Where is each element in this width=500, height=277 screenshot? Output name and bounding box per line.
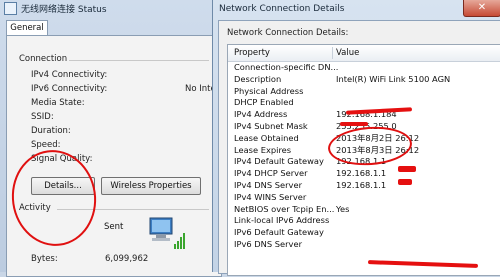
property-name: IPv4 Default Gateway — [234, 156, 324, 167]
bytes-label: Bytes: — [31, 254, 58, 264]
property-name: IPv4 Subnet Mask — [234, 121, 308, 131]
red-scribble — [367, 260, 479, 268]
details-row[interactable]: IPv4 DHCP Server 192.168.1.1 — [228, 168, 500, 180]
duration-label: Duration: — [31, 126, 71, 136]
speed-label: Speed: — [31, 140, 61, 150]
property-name: IPv6 Default Gateway — [234, 227, 324, 238]
details-list[interactable]: Property Value Connection-specific DN...… — [227, 44, 500, 276]
property-name: IPv6 DNS Server — [234, 239, 302, 249]
property-value: Intel(R) WiFi Link 5100 AGN — [336, 73, 451, 84]
details-panel: Network Connection Details: Property Val… — [218, 20, 500, 276]
details-row[interactable]: Physical Address — [228, 86, 500, 98]
property-column-header[interactable]: Property — [234, 45, 270, 61]
details-row[interactable]: Description Intel(R) WiFi Link 5100 AGN — [228, 74, 500, 86]
details-section-label: Network Connection Details: — [227, 28, 349, 38]
details-row[interactable]: Link-local IPv6 Address — [228, 215, 500, 227]
wireless-properties-button[interactable]: Wireless Properties — [101, 177, 201, 195]
details-row[interactable]: IPv6 DNS Server — [228, 239, 500, 251]
property-name: Description — [234, 73, 282, 84]
network-icon — [4, 1, 17, 15]
property-name: Link-local IPv6 Address — [234, 215, 330, 226]
ssid-label: SSID: — [31, 112, 54, 122]
status-window: 无线网络连接 Status General Connection IPv4 Co… — [0, 0, 222, 277]
status-title-bar: 无线网络连接 Status — [4, 0, 216, 16]
property-name: NetBIOS over Tcpip En... — [234, 203, 335, 214]
details-row[interactable]: IPv4 DNS Server 192.168.1.1 — [228, 180, 500, 192]
property-name: Connection-specific DN... — [234, 62, 339, 72]
ipv6-connectivity-label: IPv6 Connectivity: — [31, 84, 108, 94]
status-window-title: 无线网络连接 Status — [21, 4, 107, 15]
property-name: IPv4 Address — [234, 109, 288, 120]
details-window-title: Network Connection Details — [219, 4, 345, 14]
sent-label: Sent — [104, 222, 124, 232]
ipv4-connectivity-label: IPv4 Connectivity: — [31, 70, 108, 80]
connection-group-label: Connection — [19, 54, 68, 64]
property-value: 192.168.1.1 — [336, 168, 387, 179]
property-name: IPv4 WINS Server — [234, 191, 307, 202]
property-name: DHCP Enabled — [234, 97, 294, 108]
tab-general[interactable]: General — [6, 20, 48, 36]
red-scribble — [340, 122, 368, 126]
details-row[interactable]: IPv4 WINS Server — [228, 192, 500, 204]
details-row[interactable]: NetBIOS over Tcpip En... Yes — [228, 204, 500, 216]
details-row[interactable]: IPv6 Default Gateway — [228, 227, 500, 239]
property-name: IPv4 DNS Server — [234, 180, 302, 190]
property-value: 192.168.1.1 — [336, 180, 387, 190]
column-separator — [332, 47, 333, 59]
red-scribble — [398, 166, 416, 172]
list-header: Property Value — [228, 45, 500, 62]
value-column-header[interactable]: Value — [336, 45, 359, 61]
details-row[interactable]: DHCP Enabled — [228, 97, 500, 109]
network-details-window: Network Connection Details ✕ Network Con… — [212, 0, 500, 276]
property-name: Physical Address — [234, 85, 304, 96]
media-state-label: Media State: — [31, 98, 85, 108]
computer-activity-icon — [149, 217, 185, 249]
property-name: Lease Obtained — [234, 132, 299, 143]
property-name: Lease Expires — [234, 144, 292, 155]
close-button[interactable]: ✕ — [463, 0, 500, 17]
bytes-sent-value: 6,099,962 — [105, 254, 149, 264]
details-row[interactable]: Connection-specific DN... — [228, 62, 500, 74]
property-value: Yes — [336, 203, 350, 214]
red-scribble — [398, 179, 412, 185]
property-name: IPv4 DHCP Server — [234, 168, 308, 179]
divider — [69, 60, 209, 61]
